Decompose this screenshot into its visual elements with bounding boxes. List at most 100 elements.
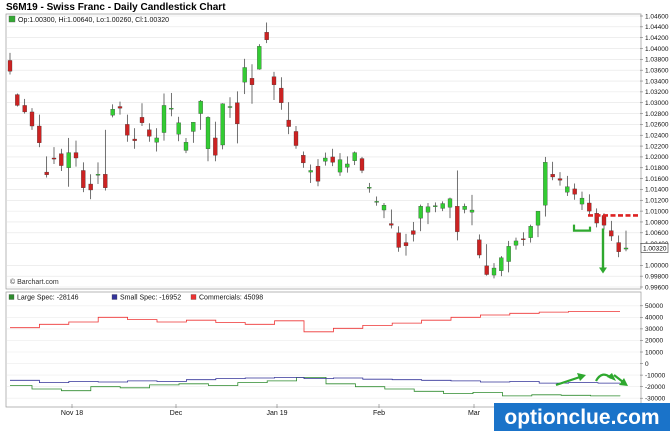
candle-body — [345, 163, 350, 168]
price-tick-label: 1.03800 — [645, 57, 669, 64]
price-tick-label: 1.03600 — [645, 68, 669, 75]
cot-legend-swatch — [8, 294, 15, 300]
candle-body — [447, 198, 453, 208]
candle-body — [205, 117, 211, 149]
candle-body — [411, 230, 416, 235]
cot-legend-label: Small Spec: -16952 — [120, 295, 181, 302]
price-tick-label: 1.03200 — [645, 89, 669, 96]
candle-body — [198, 100, 203, 114]
candle-body — [374, 201, 379, 203]
date-tick-label: Nov 18 — [61, 410, 83, 417]
candle-body — [565, 186, 570, 193]
candle-body — [117, 106, 123, 109]
candle-body — [37, 125, 42, 143]
candle-body — [132, 138, 137, 141]
candle-body — [623, 247, 629, 250]
candle-body — [352, 152, 357, 161]
candle-body — [95, 174, 101, 176]
candle-body — [88, 183, 93, 191]
price-tick-label: 1.00600 — [645, 230, 669, 237]
date-tick-label: Dec — [170, 410, 183, 417]
candle-body — [572, 188, 577, 195]
price-panel-frame — [5, 13, 642, 290]
price-tick-label: 1.01200 — [645, 198, 669, 205]
price-tick-label: 1.01400 — [645, 187, 669, 194]
chart-canvas: S6M19 - Swiss Franc - Daily Candlestick … — [0, 0, 670, 431]
candle-body — [330, 156, 335, 163]
candle-body — [51, 157, 57, 160]
candle-body — [440, 203, 445, 209]
candle-body — [154, 137, 159, 143]
candle-body — [477, 239, 482, 256]
last-price-label: 1.00320 — [643, 245, 667, 252]
candle-body — [59, 153, 64, 166]
candle-body — [147, 129, 152, 137]
price-tick-label: 0.99800 — [645, 273, 669, 280]
price-tick-label: 1.04600 — [645, 13, 669, 20]
candle-body — [587, 202, 592, 212]
candle-body — [528, 226, 533, 238]
candle-body — [469, 209, 475, 213]
cot-legend-label: Commercials: 45098 — [199, 295, 263, 302]
candle-body — [103, 174, 108, 188]
price-tick-label: 1.01600 — [645, 176, 669, 183]
cot-legend-swatch — [111, 294, 118, 300]
candle-body — [543, 162, 548, 206]
watermark-text: optionclue.com — [504, 406, 659, 429]
candle-body — [249, 78, 255, 85]
chart-title: S6M19 - Swiss Franc - Daily Candlestick … — [6, 2, 226, 13]
candle-body — [257, 46, 262, 70]
candle-body — [271, 76, 277, 85]
candle-body — [535, 210, 541, 226]
candle-body — [139, 117, 145, 123]
price-tick-label: 1.01000 — [645, 208, 669, 215]
candle-body — [550, 174, 555, 178]
watermark: optionclue.com — [494, 403, 670, 431]
cot-tick-label: 30000 — [645, 326, 663, 333]
candle-body — [521, 238, 526, 240]
candle-body — [462, 206, 467, 210]
candle-body — [609, 230, 614, 237]
cot-tick-label: -10000 — [645, 372, 666, 379]
ohlc-legend-swatch — [8, 15, 16, 23]
cot-panel: 50000 40000 30000 20000 10000 0 -10000 -20000 -3… — [5, 291, 666, 408]
candle-body — [418, 206, 423, 219]
price-tick-label: 1.00000 — [645, 263, 669, 270]
candle-body — [191, 122, 196, 132]
price-tick-label: 1.02800 — [645, 111, 669, 118]
candle-body — [15, 94, 20, 106]
cot-tick-label: 10000 — [645, 349, 663, 356]
price-tick-label: 1.02600 — [645, 122, 669, 129]
candle-body — [337, 159, 343, 173]
candle-body — [484, 265, 489, 275]
candle-body — [227, 106, 233, 108]
cot-legend-swatch — [190, 294, 197, 300]
candle-body — [499, 257, 504, 271]
price-tick-label: 1.02200 — [645, 143, 669, 150]
candle-body — [301, 155, 306, 164]
candle-body — [73, 152, 79, 159]
candle-body — [557, 178, 563, 181]
candle-body — [169, 107, 174, 110]
cot-tick-label: 40000 — [645, 315, 663, 322]
candle-body — [286, 119, 291, 127]
candle-body — [66, 152, 71, 168]
cot-tick-label: -20000 — [645, 384, 666, 391]
candle-body — [433, 205, 438, 207]
cot-legend-label: Large Spec: -28146 — [17, 295, 79, 302]
candle-body — [455, 206, 460, 232]
candle-body — [220, 103, 225, 146]
candle-body — [293, 131, 299, 146]
price-tick-label: 1.04200 — [645, 35, 669, 42]
candle-body — [7, 60, 13, 72]
barchart-credit: © Barchart.com — [10, 278, 59, 286]
cot-tick-label: 20000 — [645, 338, 663, 345]
candle-body — [381, 205, 387, 211]
price-tick-label: 1.03000 — [645, 100, 669, 107]
cot-panel-frame — [5, 291, 642, 408]
candle-body — [389, 223, 394, 226]
cot-tick-label: 0 — [645, 361, 649, 368]
date-tick-label: Feb — [373, 410, 385, 417]
candle-body — [506, 246, 511, 262]
candle-body — [616, 242, 621, 252]
